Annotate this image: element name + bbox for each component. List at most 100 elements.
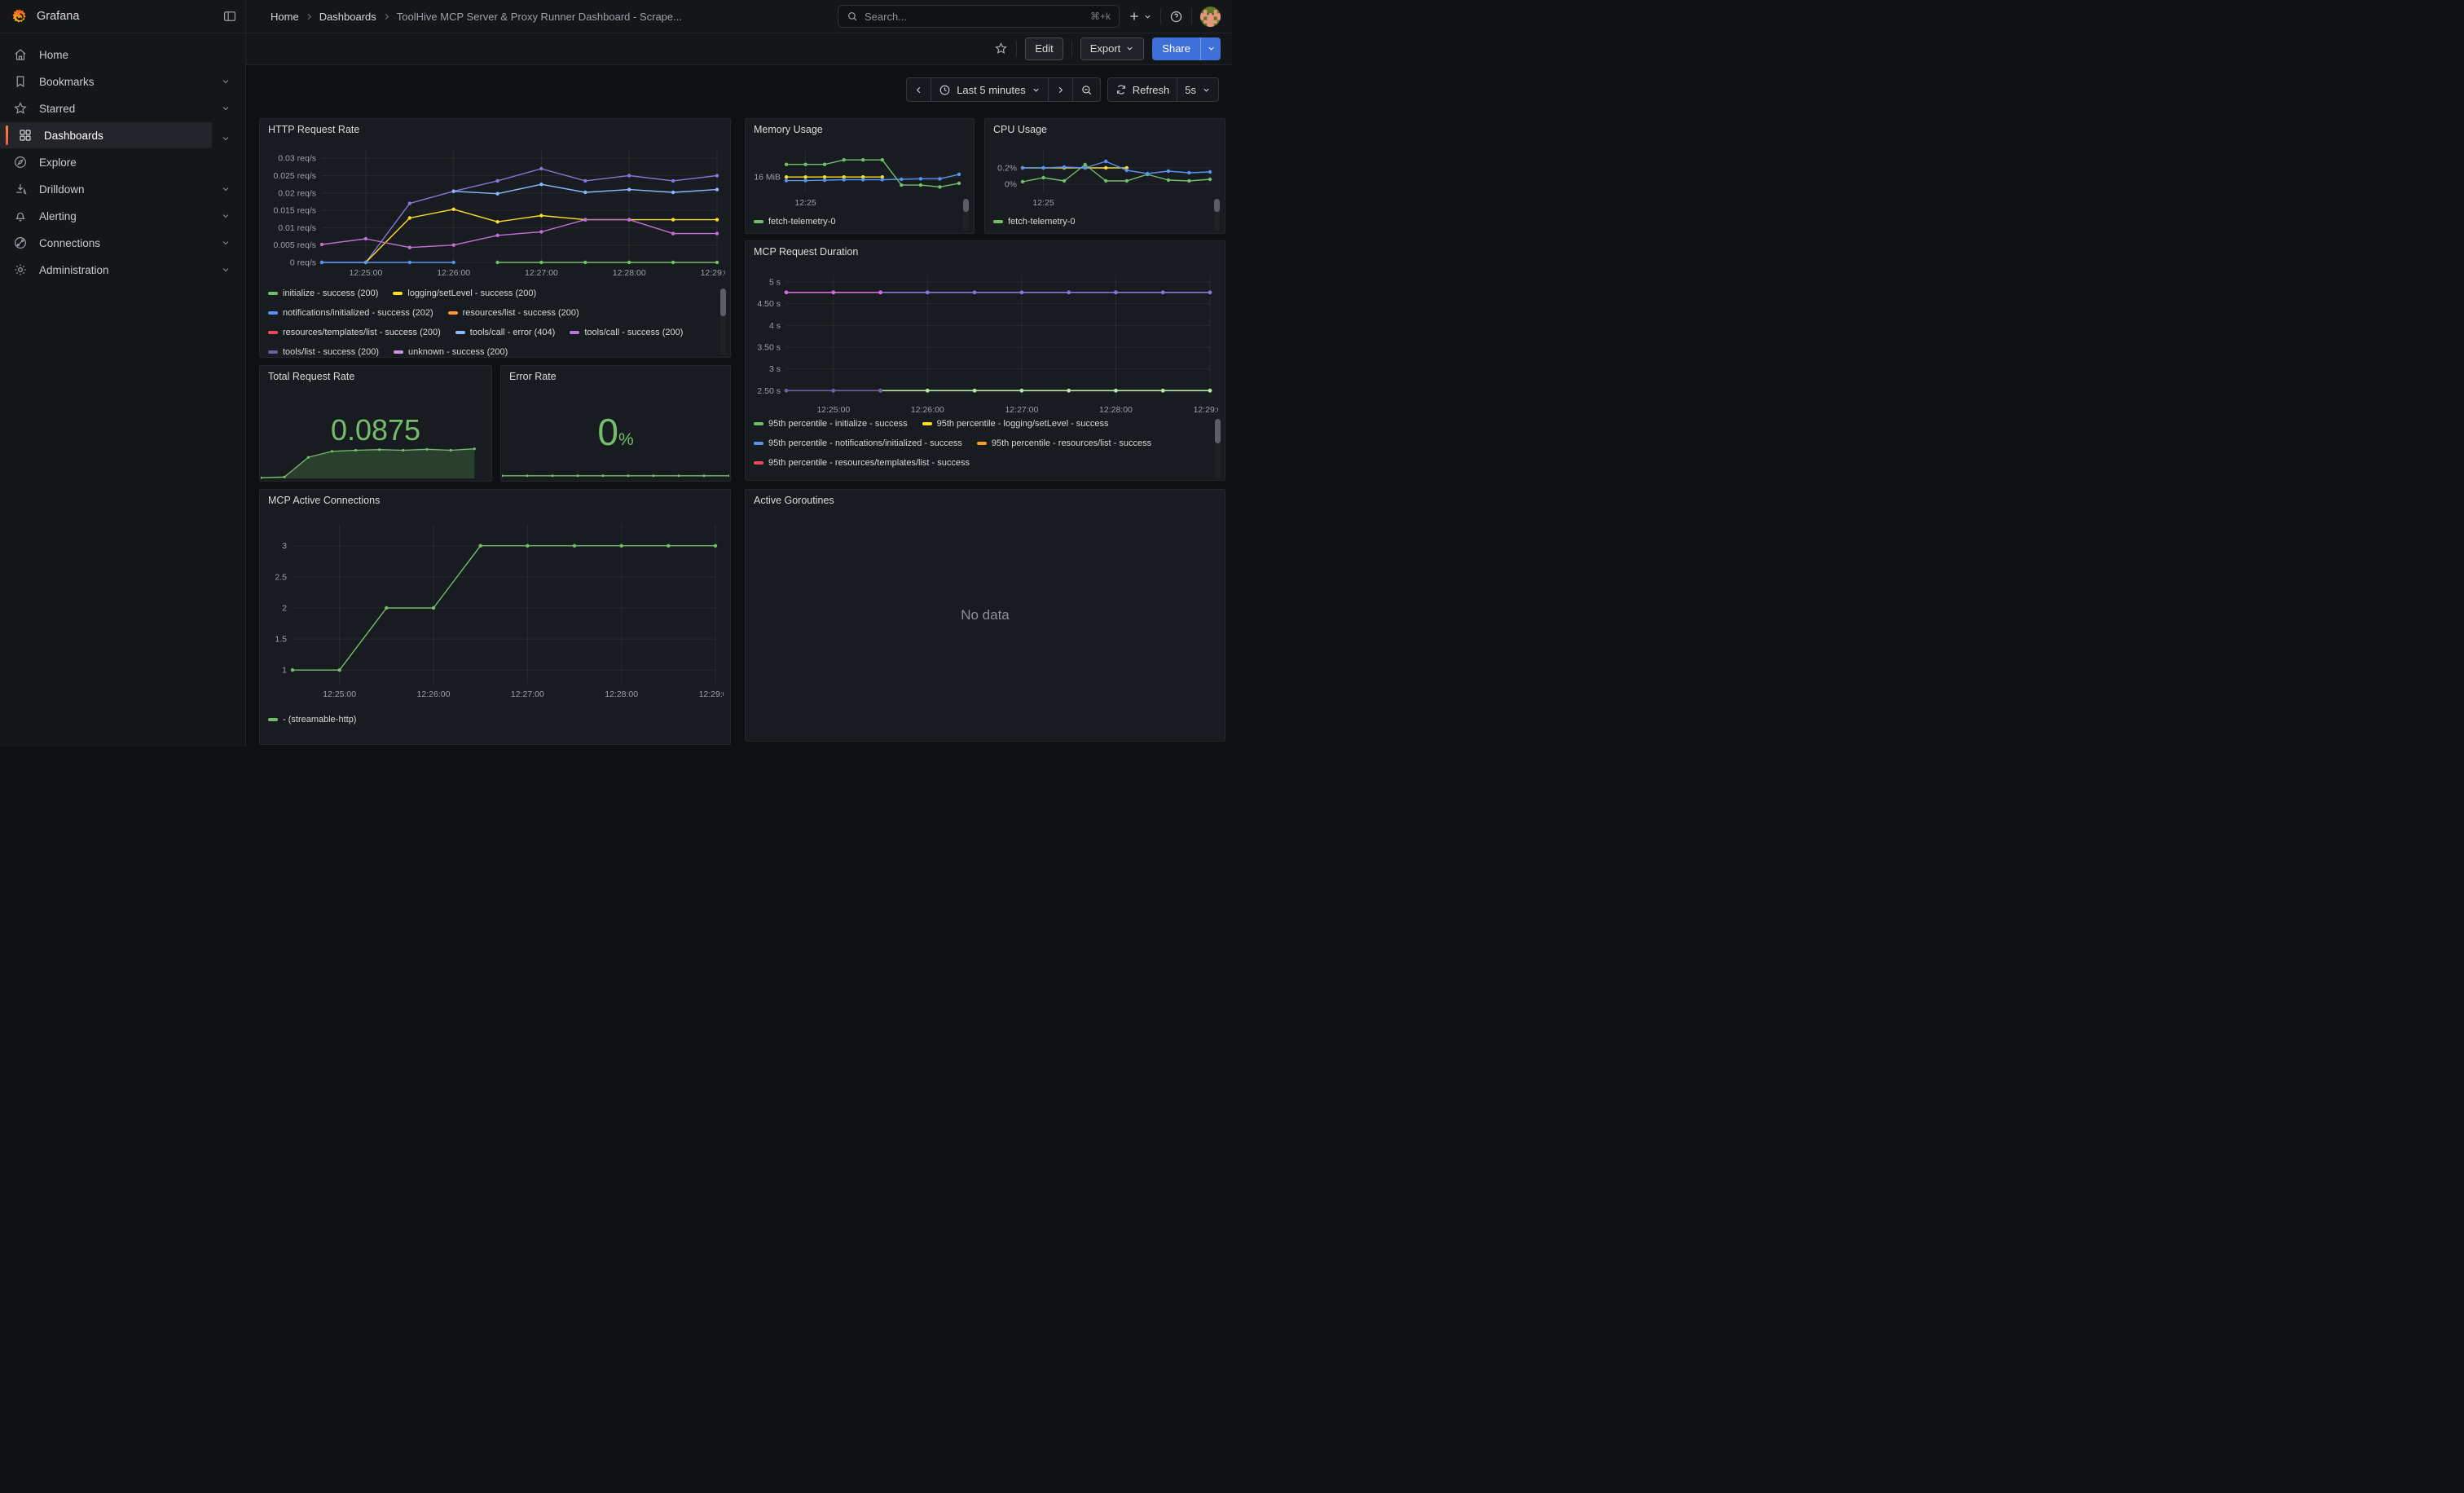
- refresh-group: Refresh 5s: [1107, 77, 1219, 102]
- svg-text:5 s: 5 s: [769, 278, 781, 288]
- sidebar-item-starred[interactable]: Starred: [0, 95, 245, 121]
- zoom-out-button[interactable]: [1072, 77, 1101, 102]
- chevron-down-icon[interactable]: [221, 211, 231, 221]
- panel-title[interactable]: MCP Active Connections: [268, 495, 380, 506]
- scrollbar-thumb[interactable]: [963, 199, 969, 212]
- time-shift-back-button[interactable]: [906, 77, 931, 102]
- sidebar-item-administration[interactable]: Administration: [0, 257, 245, 283]
- svg-text:4 s: 4 s: [769, 321, 781, 331]
- sidebar-item-label: Alerting: [39, 210, 209, 222]
- legend-item[interactable]: tools/list - success (200): [268, 346, 379, 357]
- scrollbar-thumb[interactable]: [720, 288, 726, 316]
- panel-memory-usage: Memory Usage 12:25 16 MiB fetch-telemetry…: [745, 118, 975, 234]
- legend-item[interactable]: initialize - success (200): [268, 287, 378, 299]
- divider: [1191, 8, 1192, 24]
- sidebar-item-explore[interactable]: Explore: [0, 149, 245, 175]
- help-button[interactable]: [1169, 10, 1183, 24]
- search-shortcut: ⌘+k: [1090, 11, 1111, 22]
- scrollbar-thumb[interactable]: [1214, 199, 1220, 212]
- legend-item[interactable]: resources/templates/list - success (200): [268, 326, 441, 338]
- legend-item[interactable]: 95th percentile - resources/list - succe…: [977, 437, 1151, 449]
- http-request-rate-chart[interactable]: 12:25:0012:26:0012:27:0012:28:0012:29:00…: [263, 142, 725, 284]
- top-nav: Grafana Home Dashboards ToolHive MCP Ser…: [0, 0, 1232, 33]
- legend-item[interactable]: 95th percentile - resources/templates/li…: [754, 456, 970, 469]
- svg-text:1: 1: [282, 666, 287, 676]
- legend-item[interactable]: fetch-telemetry-0: [993, 215, 1076, 227]
- time-shift-forward-button[interactable]: [1048, 77, 1073, 102]
- legend-item[interactable]: 95th percentile - logging/setLevel - suc…: [922, 417, 1109, 429]
- sidebar-item-dashboards[interactable]: Dashboards: [0, 122, 212, 148]
- clock-icon: [939, 84, 951, 96]
- panel-title[interactable]: Memory Usage: [754, 124, 823, 135]
- grafana-logo-icon[interactable]: [11, 8, 29, 25]
- sidebar-item-home[interactable]: Home: [0, 42, 245, 68]
- legend-item[interactable]: notifications/initialized - success (202…: [268, 306, 433, 319]
- chevron-right-icon: [305, 12, 314, 21]
- legend-scrollbar: [963, 199, 969, 231]
- sidebar-item-alerting[interactable]: Alerting: [0, 203, 245, 229]
- legend-item[interactable]: - (streamable-http): [268, 713, 356, 725]
- favorite-star-button[interactable]: [994, 42, 1008, 55]
- breadcrumb-home[interactable]: Home: [271, 11, 299, 23]
- svg-text:2.50 s: 2.50 s: [757, 386, 781, 396]
- panel-title[interactable]: CPU Usage: [993, 124, 1047, 135]
- svg-text:12:25: 12:25: [794, 198, 816, 208]
- legend-item[interactable]: tools/call - success (200): [570, 326, 683, 338]
- refresh-interval-picker[interactable]: 5s: [1177, 77, 1219, 102]
- legend-item[interactable]: fetch-telemetry-0: [754, 215, 836, 227]
- sidebar: Home Bookmarks Starred Dashboards Explor…: [0, 33, 246, 746]
- share-button[interactable]: Share: [1152, 37, 1200, 60]
- legend-item[interactable]: resources/list - success (200): [448, 306, 579, 319]
- bell-icon: [13, 209, 28, 223]
- http-legend: initialize - success (200) logging/setLe…: [268, 287, 715, 357]
- dock-sidebar-icon[interactable]: [222, 9, 237, 24]
- divider: [1160, 8, 1161, 24]
- chevron-down-icon[interactable]: [221, 184, 231, 194]
- mcp-request-duration-chart[interactable]: 12:25:0012:26:0012:27:0012:28:0012:29:00…: [749, 264, 1218, 424]
- legend-item[interactable]: unknown - success (200): [394, 346, 508, 357]
- svg-text:12:25:00: 12:25:00: [816, 405, 850, 415]
- mcp-active-connections-chart[interactable]: 12:25:0012:26:0012:27:0012:28:0012:29:00…: [263, 513, 724, 708]
- svg-text:0 req/s: 0 req/s: [290, 258, 316, 268]
- panel-title[interactable]: HTTP Request Rate: [268, 124, 359, 135]
- sidebar-item-drilldown[interactable]: Drilldown: [0, 176, 245, 202]
- svg-text:12:25:00: 12:25:00: [323, 689, 356, 699]
- svg-text:12:28:00: 12:28:00: [1099, 405, 1133, 415]
- cpu-usage-chart[interactable]: 12:250.2%0%: [987, 140, 1221, 209]
- sidebar-item-label: Dashboards: [44, 130, 197, 142]
- panel-mcp-active-connections: MCP Active Connections 12:25:0012:26:001…: [259, 489, 731, 745]
- breadcrumb-dashboards[interactable]: Dashboards: [319, 11, 376, 23]
- scrollbar-thumb[interactable]: [1215, 419, 1221, 443]
- svg-text:0.2%: 0.2%: [997, 164, 1017, 174]
- legend-item[interactable]: 95th percentile - notifications/initiali…: [754, 437, 962, 449]
- sidebar-item-bookmarks[interactable]: Bookmarks: [0, 68, 245, 95]
- legend-item[interactable]: logging/setLevel - success (200): [393, 287, 536, 299]
- chevron-down-icon[interactable]: [221, 133, 231, 148]
- legend-item[interactable]: 95th percentile - initialize - success: [754, 417, 908, 429]
- edit-button[interactable]: Edit: [1025, 37, 1063, 60]
- svg-text:16 MiB: 16 MiB: [754, 173, 781, 183]
- sidebar-item-label: Home: [39, 49, 231, 61]
- chevron-down-icon[interactable]: [221, 77, 231, 86]
- search-input[interactable]: Search... ⌘+k: [838, 5, 1120, 28]
- chevron-down-icon[interactable]: [221, 265, 231, 275]
- sidebar-item-connections[interactable]: Connections: [0, 230, 245, 256]
- panel-title[interactable]: MCP Request Duration: [754, 246, 858, 258]
- time-range-picker[interactable]: Last 5 minutes: [931, 77, 1049, 102]
- chevron-down-icon[interactable]: [221, 238, 231, 248]
- memory-usage-chart[interactable]: 12:25 16 MiB: [747, 140, 970, 209]
- svg-text:1.5: 1.5: [275, 635, 287, 645]
- avatar[interactable]: [1200, 7, 1221, 27]
- refresh-button[interactable]: Refresh: [1107, 77, 1178, 102]
- duration-legend: 95th percentile - initialize - success 9…: [754, 417, 1210, 479]
- chevron-down-icon[interactable]: [221, 103, 231, 113]
- export-label: Export: [1090, 42, 1121, 55]
- grafana-app: Grafana Home Dashboards ToolHive MCP Ser…: [0, 0, 1232, 746]
- home-icon: [13, 47, 28, 62]
- new-button[interactable]: [1128, 10, 1152, 23]
- refresh-interval-label: 5s: [1185, 84, 1196, 96]
- chevron-right-icon: [1056, 86, 1065, 95]
- share-menu-button[interactable]: [1200, 37, 1221, 60]
- export-button[interactable]: Export: [1080, 37, 1145, 60]
- legend-item[interactable]: tools/call - error (404): [455, 326, 556, 338]
